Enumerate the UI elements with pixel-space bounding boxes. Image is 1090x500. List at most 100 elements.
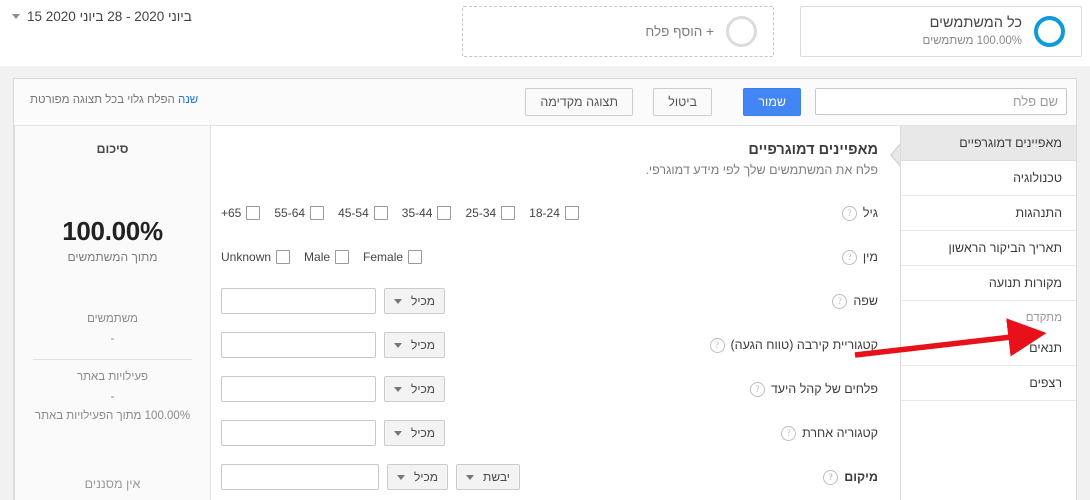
other-category-controls: מכיל (221, 420, 688, 446)
language-operator-label: מכיל (411, 294, 436, 308)
page-title: מאפיינים דמוגרפיים (748, 142, 878, 158)
question-mark-icon[interactable]: ? (823, 469, 839, 485)
age-option-35-44[interactable]: 35-44 (402, 206, 452, 220)
audience-controls: מכיל (221, 376, 688, 402)
sidebar-item-first-visit-date[interactable]: תאריך הביקור הראשון (901, 231, 1076, 266)
chevron-down-icon (394, 386, 402, 392)
location-scope-dropdown[interactable]: יבשת (456, 464, 520, 490)
demographics-panel: מאפיינים דמוגרפיים פלח את המשתמשים שלך ל… (210, 126, 900, 500)
summary-percent: 100.00% (62, 216, 163, 246)
checkbox-icon[interactable] (501, 206, 516, 220)
date-range-picker[interactable]: 15 ביוני 2020 - 28 ביוני 2020 (8, 5, 196, 28)
gender-option-female[interactable]: Female (363, 250, 423, 264)
sidebar-section-advanced: מתקדם (901, 301, 1076, 331)
checkbox-icon[interactable] (564, 206, 579, 220)
location-value-input[interactable] (221, 464, 379, 490)
segment-card-add-segment[interactable]: + הוסף פלח (462, 6, 774, 57)
affinity-controls: מכיל (221, 332, 688, 358)
segment-ring-empty-icon (726, 16, 757, 47)
question-mark-icon[interactable]: ? (832, 293, 848, 309)
age-option-label: +65 (221, 206, 242, 220)
affinity-operator-dropdown[interactable]: מכיל (384, 332, 446, 358)
visibility-note: שנה הפלח גלוי בכל תצוגה מפורטת (30, 94, 204, 106)
gender-option-male[interactable]: Male (304, 250, 350, 264)
form-row-affinity-category: קטגוריית קירבה (טווח הגעה) ? מכיל (211, 323, 900, 367)
audience-value-input[interactable] (221, 376, 376, 402)
language-label: שפה (853, 294, 878, 308)
sidebar-item-behavior[interactable]: התנהגות (901, 196, 1076, 231)
age-option-55-64[interactable]: 55-64 (274, 206, 325, 220)
sidebar-item-sequences[interactable]: רצפים (901, 366, 1076, 401)
segment-card-all-users[interactable]: כל המשתמשים 100.00% משתמשים (800, 6, 1082, 57)
checkbox-icon[interactable] (335, 250, 350, 264)
checkbox-icon[interactable] (437, 206, 452, 220)
summary-panel: סיכום 100.00% מתוך המשתמשים משתמשים - פע… (14, 126, 210, 500)
language-operator-dropdown[interactable]: מכיל (384, 288, 446, 314)
summary-users-value: - (110, 332, 115, 345)
sidebar-item-traffic-sources[interactable]: מקורות תנועה (901, 266, 1076, 301)
age-option-label: 35-44 (401, 206, 433, 220)
segment-card-subtitle: 100.00% משתמשים (922, 35, 1022, 48)
sidebar-item-conditions[interactable]: תנאים (901, 331, 1076, 366)
checkbox-icon[interactable] (246, 206, 261, 220)
audience-label-group: פלחים של קהל היעד ? (688, 381, 878, 397)
location-controls: יבשת מכיל (221, 464, 728, 490)
preview-button[interactable]: תצוגה מקדימה (525, 88, 633, 116)
chevron-down-icon (466, 474, 475, 480)
gender-controls: Female Male Unknown (221, 250, 728, 264)
summary-divider (33, 359, 192, 361)
sidebar-item-technology[interactable]: טכנולוגיה (901, 161, 1076, 196)
affinity-label: קטגוריית קירבה (טווח הגעה) (730, 338, 878, 352)
form-row-audience-segments: פלחים של קהל היעד ? מכיל (211, 367, 900, 411)
location-label: מיקום (844, 470, 878, 484)
age-option-label: 55-64 (274, 206, 306, 220)
other-category-operator-label: מכיל (411, 426, 436, 440)
form-row-other-category: קטגוריה אחרת ? מכיל (211, 411, 900, 455)
form-row-language: שפה ? מכיל (211, 279, 900, 323)
age-option-65-plus[interactable]: +65 (221, 206, 261, 220)
question-mark-icon[interactable]: ? (749, 381, 765, 397)
audience-operator-dropdown[interactable]: מכיל (384, 376, 446, 402)
chevron-down-icon (394, 298, 402, 304)
other-category-operator-dropdown[interactable]: מכיל (384, 420, 446, 446)
visibility-note-text: הפלח גלוי בכל תצוגה מפורטת (30, 94, 175, 106)
age-option-25-34[interactable]: 25-34 (465, 206, 516, 220)
location-scope-label: יבשת (483, 470, 510, 484)
segment-builder-page: 15 ביוני 2020 - 28 ביוני 2020 כל המשתמשי… (0, 0, 1090, 500)
language-controls: מכיל (221, 288, 728, 314)
checkbox-icon[interactable] (373, 206, 388, 220)
age-option-45-54[interactable]: 45-54 (338, 206, 388, 220)
age-option-label: 45-54 (338, 206, 369, 220)
checkbox-icon[interactable] (276, 250, 291, 264)
builder-toolbar: שמור ביטול תצוגה מקדימה שנה הפלח גלוי בכ… (14, 79, 1076, 126)
audience-operator-label: מכיל (411, 382, 436, 396)
other-category-value-input[interactable] (221, 420, 376, 446)
checkbox-icon[interactable] (408, 250, 423, 264)
location-operator-dropdown[interactable]: מכיל (387, 464, 449, 490)
summary-sessions-value: - (110, 390, 115, 403)
save-button[interactable]: שמור (743, 88, 801, 116)
summary-percent-subtitle: מתוך המשתמשים (67, 250, 158, 264)
demographics-form: גיל ? 18-24 25-34 35-44 45-54 55-64 +65 … (211, 191, 900, 499)
question-mark-icon[interactable]: ? (709, 337, 725, 353)
segment-card-text: כל המשתמשים 100.00% משתמשים (923, 14, 1022, 49)
age-option-18-24[interactable]: 18-24 (529, 206, 579, 220)
chevron-down-icon (394, 342, 402, 348)
cancel-button[interactable]: ביטול (653, 88, 712, 116)
affinity-value-input[interactable] (221, 332, 376, 358)
change-visibility-link[interactable]: שנה (178, 94, 198, 106)
segment-name-input[interactable] (815, 88, 1067, 115)
age-label-group: גיל ? (728, 205, 878, 221)
checkbox-icon[interactable] (310, 206, 325, 220)
question-mark-icon[interactable]: ? (781, 425, 797, 441)
language-value-input[interactable] (221, 288, 376, 314)
question-mark-icon[interactable]: ? (841, 205, 857, 221)
chevron-down-icon (394, 430, 402, 436)
other-category-label: קטגוריה אחרת (802, 426, 878, 440)
gender-option-unknown[interactable]: Unknown (221, 250, 291, 264)
other-category-label-group: קטגוריה אחרת ? (688, 425, 878, 441)
sidebar-item-demographics[interactable]: מאפיינים דמוגרפיים (901, 126, 1076, 161)
form-row-location: מיקום ? יבשת מכיל (211, 455, 900, 499)
question-mark-icon[interactable]: ? (841, 249, 857, 265)
form-row-age: גיל ? 18-24 25-34 35-44 45-54 55-64 +65 (211, 191, 900, 235)
